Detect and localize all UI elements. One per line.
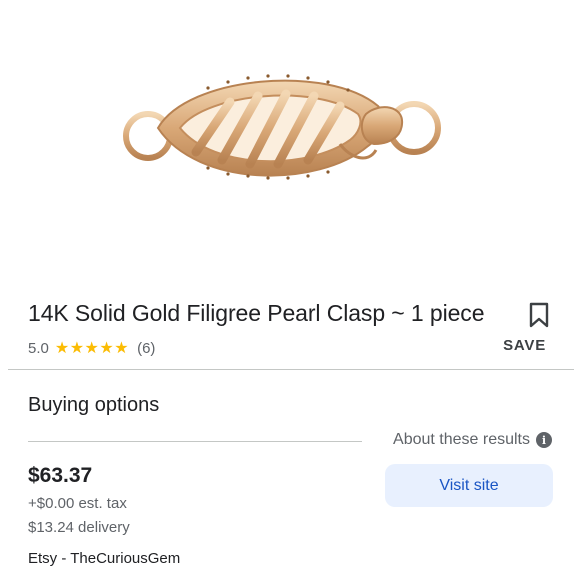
info-icon: i xyxy=(536,432,552,448)
rating-value: 5.0 xyxy=(28,339,49,357)
about-results-link[interactable]: About these results i xyxy=(393,431,552,449)
divider xyxy=(28,441,362,442)
product-title[interactable]: 14K Solid Gold Filigree Pearl Clasp ~ 1 … xyxy=(28,300,484,327)
about-results-label: About these results xyxy=(393,431,530,448)
review-count: (6) xyxy=(137,339,156,357)
visit-site-button[interactable]: Visit site xyxy=(385,464,553,507)
price: $63.37 xyxy=(28,464,93,487)
seller-name[interactable]: Etsy - TheCuriousGem xyxy=(28,550,180,567)
rating-row[interactable]: 5.0 ★★★★★ (6) xyxy=(28,339,156,358)
buying-options-heading: Buying options xyxy=(28,394,160,416)
save-button[interactable]: SAVE xyxy=(503,337,546,354)
divider xyxy=(8,369,574,370)
tax-estimate: +$0.00 est. tax xyxy=(28,495,127,512)
product-image[interactable] xyxy=(118,66,462,188)
star-rating-icon: ★★★★★ xyxy=(54,340,130,357)
product-image-area[interactable] xyxy=(0,0,580,282)
product-title-row: 14K Solid Gold Filigree Pearl Clasp ~ 1 … xyxy=(28,300,552,332)
delivery-cost: $13.24 delivery xyxy=(28,519,130,536)
bookmark-icon[interactable] xyxy=(528,302,550,328)
